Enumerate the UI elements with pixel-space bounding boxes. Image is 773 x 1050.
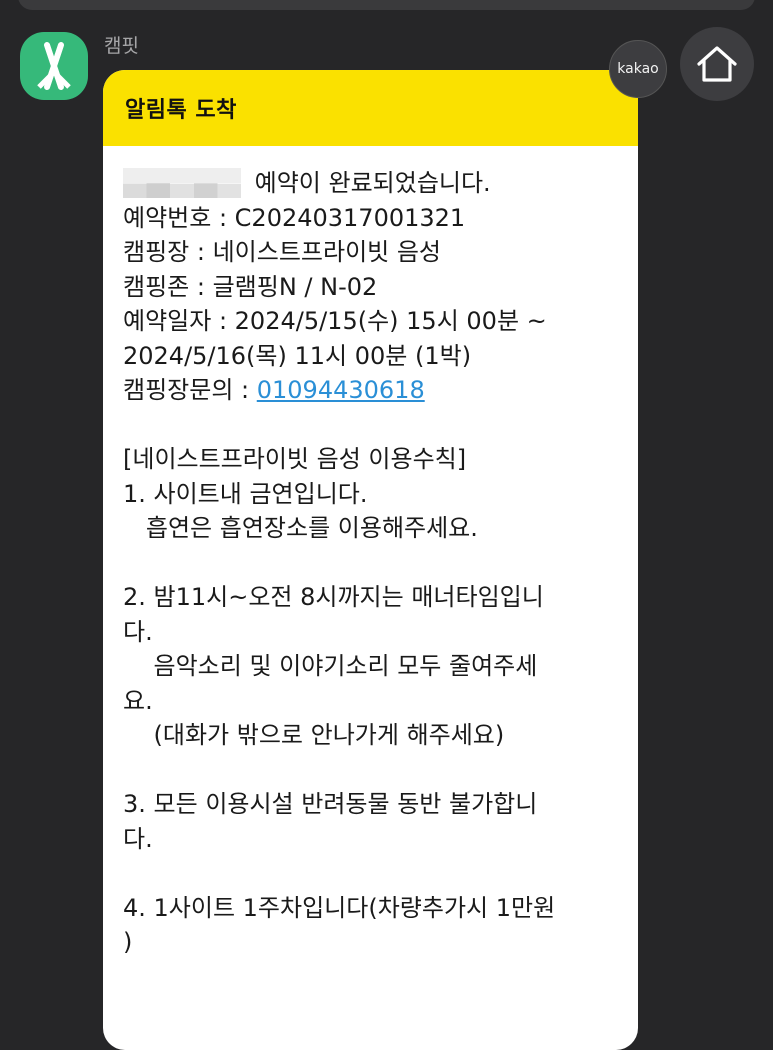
message-body: 예약이 완료되었습니다. 예약번호 : C20240317001321 캠핑장 … <box>103 146 638 960</box>
header-title: 알림톡 도착 <box>125 98 237 123</box>
rule-3-title-wrap: 다. <box>123 824 153 853</box>
reservation-date-end: 2024/5/16(목) 11시 00분 (1박) <box>123 341 472 370</box>
campsite-name: 캠핑장 : 네이스트프라이빗 음성 <box>123 238 442 266</box>
rule-1-detail: 흡연은 흡연장소를 이용해주세요. <box>123 514 478 542</box>
inquiry-line: 캠핑장문의 : 01094430618 <box>123 373 628 408</box>
rule-2-detail: 음악소리 및 이야기소리 모두 줄여주세 <box>123 652 538 680</box>
rule-2-detail-wrap: 요. <box>123 686 153 715</box>
reservation-date-start: 예약일자 : 2024/5/15(수) 15시 00분 ~ <box>123 307 547 335</box>
rule-1-title: 1. 사이트내 금연입니다. <box>123 479 368 508</box>
rule-4-title: 4. 1사이트 1주차입니다(차량추가시 1만원 <box>123 893 556 922</box>
home-button[interactable] <box>680 27 754 101</box>
inquiry-label: 캠핑장문의 : <box>123 376 257 404</box>
kakao-badge-label: kakao <box>617 61 659 77</box>
camping-zone: 캠핑존 : 글램핑N / N-02 <box>123 272 378 301</box>
phone-link[interactable]: 01094430618 <box>257 376 425 404</box>
message-bubble: 알림톡 도착 예약이 완료되었습니다. 예약번호 : C202403170013… <box>103 70 638 1050</box>
reservation-number: 예약번호 : C20240317001321 <box>123 203 466 232</box>
tent-logo-icon <box>37 42 71 90</box>
redacted-name <box>123 168 241 198</box>
kakao-badge[interactable]: kakao <box>609 40 667 98</box>
sender-avatar[interactable] <box>20 32 88 100</box>
completion-text: 예약이 완료되었습니다. <box>247 169 491 197</box>
sender-name: 캠핏 <box>104 35 139 57</box>
home-icon <box>697 46 737 82</box>
rule-3-title: 3. 모든 이용시설 반려동물 동반 불가합니 <box>123 790 538 818</box>
rule-2-title-wrap: 다. <box>123 617 153 646</box>
rule-2-note: (대화가 밖으로 안나가게 해주세요) <box>123 721 505 749</box>
message-line: 예약이 완료되었습니다. <box>123 166 628 201</box>
bubble-header: 알림톡 도착 <box>103 70 638 146</box>
rules-title: [네이스트프라이빗 음성 이용수칙] <box>123 445 467 473</box>
rule-2-title: 2. 밤11시~오전 8시까지는 매너타임입니 <box>123 583 544 611</box>
top-input-bar <box>18 0 755 10</box>
rule-4-title-wrap: ) <box>123 928 133 956</box>
